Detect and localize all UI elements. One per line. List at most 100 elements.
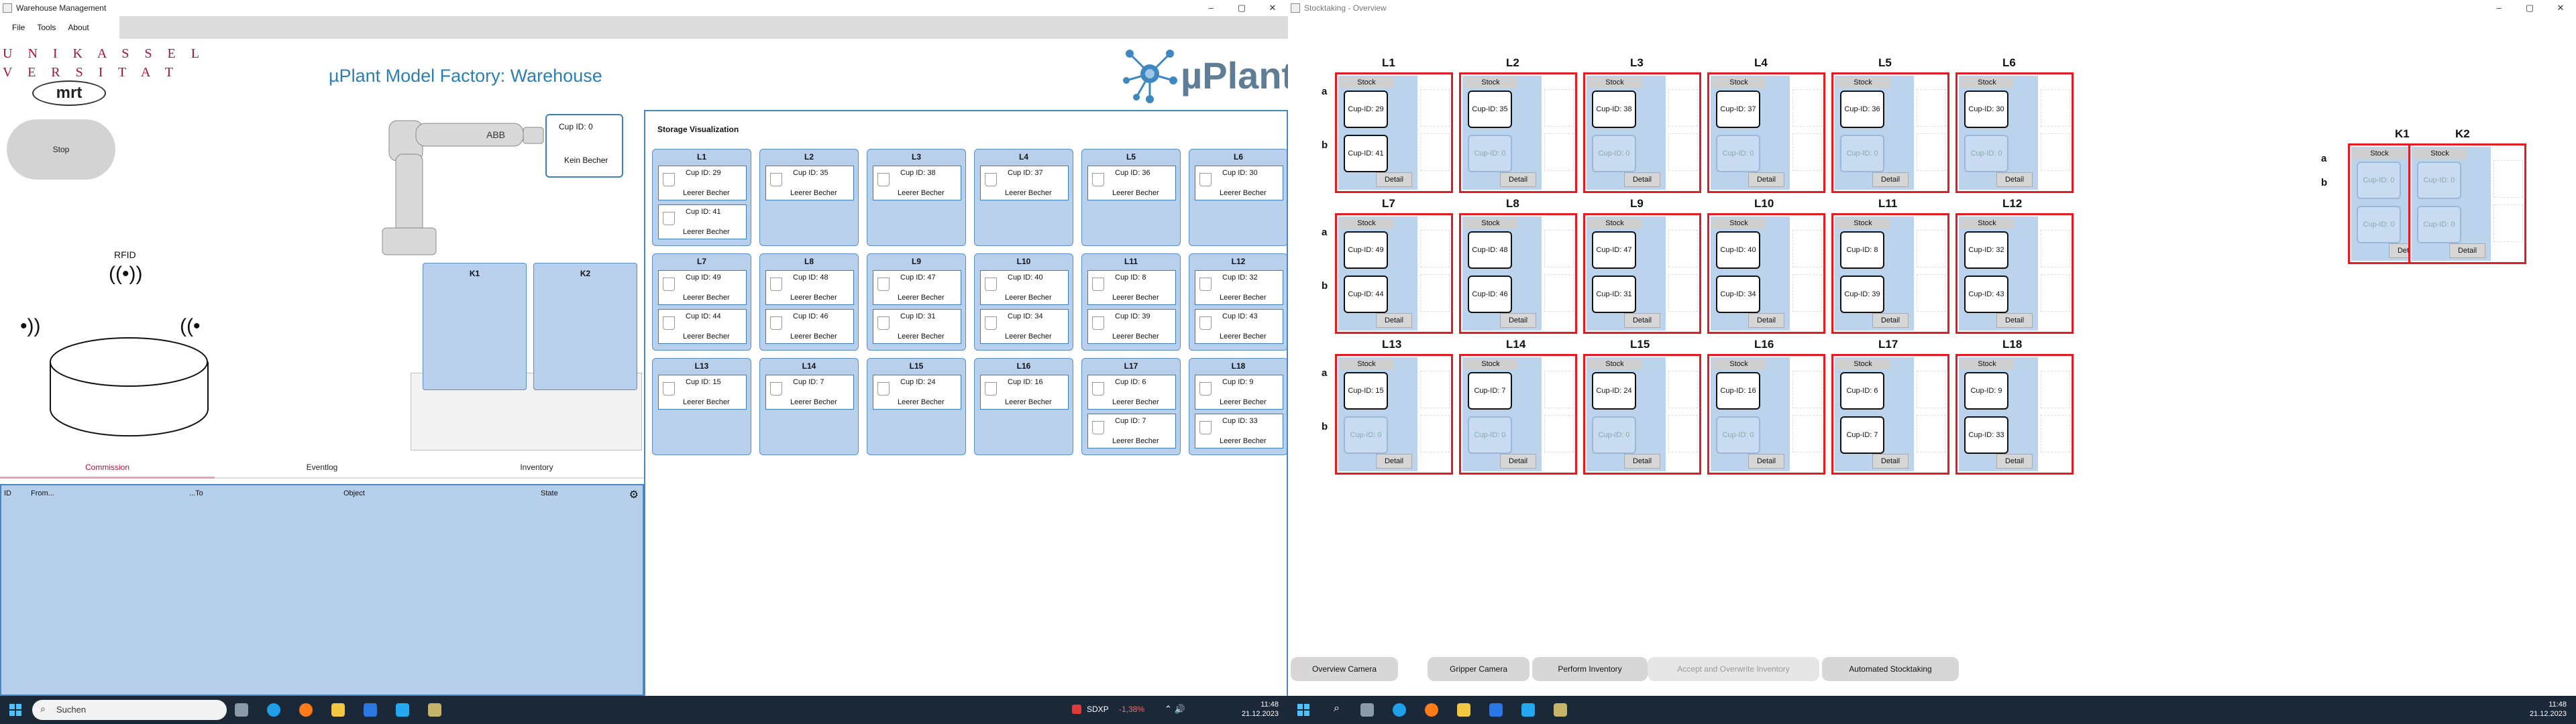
menu-about[interactable]: About <box>68 23 89 32</box>
detail-button[interactable]: Detail <box>1996 313 2033 328</box>
col-from[interactable]: From... <box>16 489 189 497</box>
storage-cell-l14[interactable]: L14 Cup ID: 7 Leerer Becher <box>759 358 859 455</box>
storage-cell-l17[interactable]: L17 Cup ID: 6 Leerer Becher Cup ID: 7 Leerer… <box>1081 358 1181 455</box>
firefox-icon[interactable] <box>1425 703 1438 717</box>
storage-cell-l1[interactable]: L1 Cup ID: 29 Leerer Becher Cup ID: 41 Leere… <box>652 149 751 246</box>
detail-button[interactable]: Detail <box>1996 454 2033 469</box>
cup-card[interactable]: Cup ID: 9 Leerer Becher <box>1195 375 1283 410</box>
file-explorer-icon[interactable] <box>1457 703 1470 717</box>
store-icon[interactable] <box>364 703 377 717</box>
search-icon[interactable]: ⌕ <box>1334 703 1340 715</box>
storage-cell-l7[interactable]: L7 Cup ID: 49 Leerer Becher Cup ID: 44 Leere… <box>652 253 751 351</box>
cup-card[interactable]: Cup ID: 34 Leerer Becher <box>980 309 1069 344</box>
cup-card[interactable]: Cup ID: 39 Leerer Becher <box>1087 309 1176 344</box>
stop-button[interactable]: Stop <box>7 119 115 180</box>
detail-button[interactable]: Detail <box>1748 313 1784 328</box>
warehouse-app-icon[interactable] <box>428 703 441 717</box>
taskbar-search[interactable]: ⌕ Suchen <box>32 700 227 720</box>
commission-grid[interactable]: ID From... ...To Object State ⚙ <box>0 484 644 696</box>
storage-cell-l6[interactable]: L6 Cup ID: 30 Leerer Becher <box>1189 149 1287 246</box>
detail-button[interactable]: Detail <box>1624 313 1660 328</box>
col-object[interactable]: Object <box>343 489 541 497</box>
firefox-icon[interactable] <box>299 703 313 717</box>
detail-button[interactable]: Detail <box>1624 172 1660 187</box>
storage-cell-l3[interactable]: L3 Cup ID: 38 Leerer Becher <box>867 149 966 246</box>
cup-card[interactable]: Cup ID: 35 Leerer Becher <box>765 166 854 200</box>
taskbar-clock[interactable]: 11:48 21.12.2023 <box>1242 700 1279 719</box>
gripper-camera-button[interactable]: Gripper Camera <box>1428 657 1529 681</box>
overview-camera-button[interactable]: Overview Camera <box>1291 657 1398 681</box>
accept-and-overwrite-inventory-button[interactable]: Accept and Overwrite Inventory <box>1648 657 1819 681</box>
detail-button[interactable]: Detail <box>1500 313 1536 328</box>
cup-card[interactable]: Cup ID: 32 Leerer Becher <box>1195 270 1283 305</box>
storage-cell-l11[interactable]: L11 Cup ID: 8 Leerer Becher Cup ID: 39 Leere… <box>1081 253 1181 351</box>
detail-button[interactable]: Detail <box>1996 172 2033 187</box>
automated-stocktaking-button[interactable]: Automated Stocktaking <box>1822 657 1959 681</box>
detail-button[interactable]: Detail <box>1376 313 1412 328</box>
cup-card[interactable]: Cup ID: 16 Leerer Becher <box>980 375 1069 410</box>
tab-eventlog[interactable]: Eventlog <box>215 456 429 479</box>
cup-card[interactable]: Cup ID: 24 Leerer Becher <box>873 375 961 410</box>
storage-cell-l5[interactable]: L5 Cup ID: 36 Leerer Becher <box>1081 149 1181 246</box>
windows-start-icon[interactable] <box>9 704 21 716</box>
maximize-button[interactable]: ▢ <box>1226 0 1257 16</box>
warehouse-app-icon[interactable] <box>1554 703 1567 717</box>
cup-card[interactable]: Cup ID: 40 Leerer Becher <box>980 270 1069 305</box>
store-icon[interactable] <box>1489 703 1503 717</box>
storage-cell-l15[interactable]: L15 Cup ID: 24 Leerer Becher <box>867 358 966 455</box>
cup-card[interactable]: Cup ID: 37 Leerer Becher <box>980 166 1069 200</box>
cup-card[interactable]: Cup ID: 48 Leerer Becher <box>765 270 854 305</box>
cup-card[interactable]: Cup ID: 41 Leerer Becher <box>658 204 747 239</box>
cup-card[interactable]: Cup ID: 46 Leerer Becher <box>765 309 854 344</box>
storage-cell-l13[interactable]: L13 Cup ID: 15 Leerer Becher <box>652 358 751 455</box>
storage-cell-l16[interactable]: L16 Cup ID: 16 Leerer Becher <box>974 358 1073 455</box>
detail-button[interactable]: Detail <box>2449 243 2485 258</box>
perform-inventory-button[interactable]: Perform Inventory <box>1532 657 1648 681</box>
file-explorer-icon[interactable] <box>331 703 345 717</box>
detail-button[interactable]: Detail <box>1500 172 1536 187</box>
cup-card[interactable]: Cup ID: 29 Leerer Becher <box>658 166 747 200</box>
storage-cell-l2[interactable]: L2 Cup ID: 35 Leerer Becher <box>759 149 859 246</box>
storage-cell-l12[interactable]: L12 Cup ID: 32 Leerer Becher Cup ID: 43 Leer… <box>1189 253 1287 351</box>
menu-file[interactable]: File <box>12 23 25 32</box>
minimize-button[interactable]: – <box>1195 0 1226 16</box>
vscode-icon[interactable] <box>1521 703 1535 717</box>
close-button[interactable]: ✕ <box>1257 0 1288 16</box>
taskbar-clock[interactable]: 11:48 21.12.2023 <box>2530 700 2567 719</box>
cup-card[interactable]: Cup ID: 49 Leerer Becher <box>658 270 747 305</box>
detail-button[interactable]: Detail <box>1872 313 1909 328</box>
storage-cell-l10[interactable]: L10 Cup ID: 40 Leerer Becher Cup ID: 34 Leer… <box>974 253 1073 351</box>
storage-cell-l8[interactable]: L8 Cup ID: 48 Leerer Becher Cup ID: 46 Leere… <box>759 253 859 351</box>
k1-box[interactable]: K1 <box>423 263 527 390</box>
detail-button[interactable]: Detail <box>1500 454 1536 469</box>
tray-icons[interactable]: ⌃ 🔊 <box>1165 704 1185 715</box>
col-to[interactable]: ...To <box>189 489 343 497</box>
tab-inventory[interactable]: Inventory <box>429 456 644 479</box>
cup-card[interactable]: Cup ID: 31 Leerer Becher <box>873 309 961 344</box>
cup-card[interactable]: Cup ID: 7 Leerer Becher <box>765 375 854 410</box>
cup-card[interactable]: Cup ID: 43 Leerer Becher <box>1195 309 1283 344</box>
cup-card[interactable]: Cup ID: 8 Leerer Becher <box>1087 270 1176 305</box>
detail-button[interactable]: Detail <box>1872 172 1909 187</box>
storage-cell-l4[interactable]: L4 Cup ID: 37 Leerer Becher <box>974 149 1073 246</box>
storage-cell-l9[interactable]: L9 Cup ID: 47 Leerer Becher Cup ID: 31 Leere… <box>867 253 966 351</box>
edge-icon[interactable] <box>267 703 280 717</box>
detail-button[interactable]: Detail <box>1376 172 1412 187</box>
vscode-icon[interactable] <box>396 703 409 717</box>
edge-icon[interactable] <box>1393 703 1406 717</box>
menu-tools[interactable]: Tools <box>37 23 56 32</box>
detail-button[interactable]: Detail <box>1624 454 1660 469</box>
col-id[interactable]: ID <box>1 489 16 497</box>
windows-start-icon[interactable] <box>1297 704 1309 716</box>
detail-button[interactable]: Detail <box>1748 172 1784 187</box>
stock-ticker-name[interactable]: SDXP <box>1087 705 1109 714</box>
task-view-icon[interactable] <box>235 703 248 717</box>
cup-card[interactable]: Cup ID: 33 Leerer Becher <box>1195 414 1283 448</box>
k2-box[interactable]: K2 <box>533 263 637 390</box>
col-state[interactable]: State <box>541 489 558 497</box>
maximize-button[interactable]: ▢ <box>2514 0 2545 16</box>
cup-card[interactable]: Cup ID: 44 Leerer Becher <box>658 309 747 344</box>
cup-card[interactable]: Cup ID: 6 Leerer Becher <box>1087 375 1176 410</box>
cup-card[interactable]: Cup ID: 30 Leerer Becher <box>1195 166 1283 200</box>
storage-cell-l18[interactable]: L18 Cup ID: 9 Leerer Becher Cup ID: 33 Leere… <box>1189 358 1287 455</box>
